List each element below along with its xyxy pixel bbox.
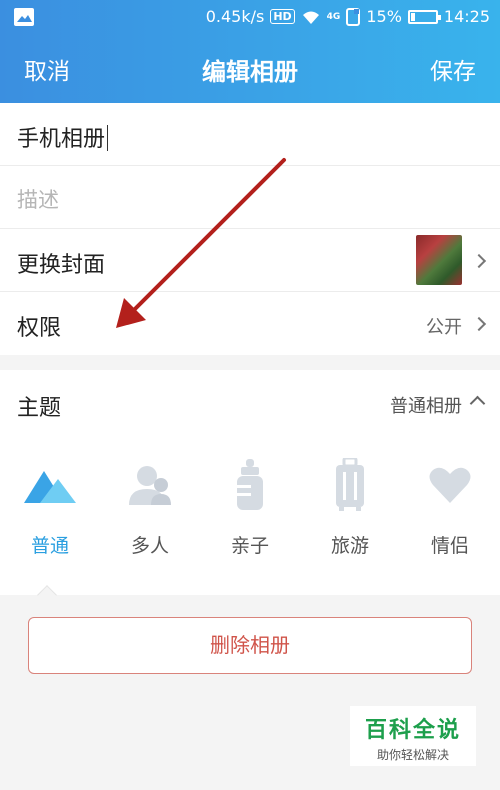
theme-option-label: 旅游 bbox=[330, 535, 369, 557]
theme-label: 主题 bbox=[17, 396, 62, 421]
permission-label: 权限 bbox=[17, 316, 62, 341]
hd-icon: HD bbox=[270, 9, 295, 24]
network-type: 4G bbox=[326, 11, 341, 22]
battery-percent: 15% bbox=[366, 7, 402, 26]
cover-thumbnail bbox=[416, 235, 462, 285]
image-notification-icon bbox=[14, 8, 34, 26]
delete-album-button[interactable]: 删除相册 bbox=[28, 617, 472, 674]
luggage-icon bbox=[320, 455, 380, 515]
description-input[interactable]: 描述 bbox=[17, 184, 59, 214]
theme-selected-value[interactable]: 普通相册 bbox=[390, 392, 462, 418]
theme-option-normal[interactable]: 普通 bbox=[0, 455, 100, 558]
change-cover-row[interactable]: 更换封面 bbox=[0, 229, 500, 292]
theme-option-label: 普通 bbox=[30, 535, 69, 557]
text-cursor bbox=[107, 125, 109, 151]
wifi-icon bbox=[302, 11, 319, 24]
theme-option-label: 亲子 bbox=[230, 535, 269, 557]
mountain-icon bbox=[20, 455, 80, 515]
heart-icon bbox=[420, 455, 480, 515]
clock: 14:25 bbox=[443, 7, 490, 26]
album-name-value: 手机相册 bbox=[17, 127, 106, 152]
watermark-title: 百科全说 bbox=[364, 718, 461, 743]
album-name-row[interactable]: 手机相册 bbox=[0, 103, 500, 166]
permission-row[interactable]: 权限 公开 bbox=[0, 292, 500, 355]
theme-section: 主题 普通相册 普通 多人 亲子 旅游 情侣 bbox=[0, 370, 500, 595]
watermark-logo: 百科全说 助你轻松解决 bbox=[350, 706, 476, 766]
chevron-right-icon bbox=[471, 253, 487, 269]
change-cover-label: 更换封面 bbox=[17, 253, 106, 278]
theme-option-couple[interactable]: 情侣 bbox=[400, 455, 500, 558]
save-button[interactable]: 保存 bbox=[430, 52, 476, 86]
people-icon bbox=[120, 455, 180, 515]
status-bar: 0.45k/s HD 4G 15% 14:25 bbox=[0, 0, 500, 34]
network-speed: 0.45k/s bbox=[205, 7, 265, 26]
nav-bar: 取消 编辑相册 保存 bbox=[0, 34, 500, 103]
permission-value: 公开 bbox=[426, 317, 462, 338]
chevron-up-icon[interactable] bbox=[469, 395, 486, 412]
status-right: 0.45k/s HD 4G 15% 14:25 bbox=[206, 7, 490, 26]
page-title: 编辑相册 bbox=[202, 58, 298, 86]
theme-option-group[interactable]: 多人 bbox=[100, 455, 200, 558]
theme-options: 普通 多人 亲子 旅游 情侣 bbox=[0, 455, 500, 565]
description-row[interactable]: 描述 bbox=[0, 166, 500, 229]
signal-icon bbox=[346, 7, 361, 26]
theme-option-label: 多人 bbox=[130, 535, 169, 557]
chevron-right-icon bbox=[471, 316, 487, 332]
battery-icon bbox=[407, 9, 441, 24]
header: 0.45k/s HD 4G 15% 14:25 取消 编辑相册 保存 bbox=[0, 0, 500, 103]
theme-option-label: 情侣 bbox=[430, 535, 469, 557]
watermark-subtitle: 助你轻松解决 bbox=[376, 748, 449, 762]
theme-option-parent-child[interactable]: 亲子 bbox=[200, 455, 300, 558]
baby-bottle-icon bbox=[220, 455, 280, 515]
album-info-card: 手机相册 描述 更换封面 权限 公开 bbox=[0, 103, 500, 355]
album-name-input[interactable]: 手机相册 bbox=[17, 121, 109, 153]
theme-option-travel[interactable]: 旅游 bbox=[300, 455, 400, 558]
